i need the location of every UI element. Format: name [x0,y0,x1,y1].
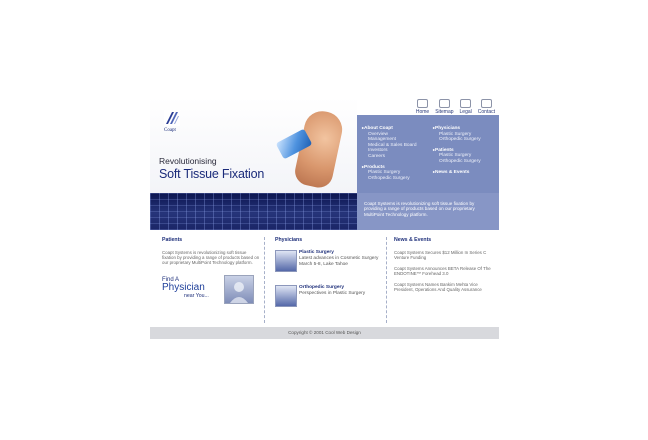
physicians-title[interactable]: Physicians [275,237,385,243]
nav-home[interactable]: Home [416,99,429,115]
menu-about-careers[interactable]: Careers [362,154,417,160]
menu-patients: Patients Plastic Surgery Orthopedic Surg… [433,147,481,165]
menu-products: Products Plastic Surgery Orthopedic Surg… [362,164,417,182]
patients-text: Coapt Systems is revolutionizing soft ti… [162,250,260,266]
nav-contact[interactable]: Contact [478,99,495,115]
copyright-text: Copyright © 2001 Cool Web Design [288,330,361,335]
physician-item-desc: Latest advances in Cosmetic Surgery Marc… [299,256,379,267]
tagline-small: Revolutionising [159,156,217,166]
patients-column: Patients Coapt Systems is revolutionizin… [162,237,272,323]
contact-icon [480,99,492,108]
menu-news: News & Events [433,169,481,176]
physician-photo-icon [230,282,248,303]
tagline-large: Soft Tissue Fixation [159,167,265,181]
menu-products-orthopedic[interactable]: Orthopedic Surgery [362,176,417,182]
footer: Copyright © 2001 Cool Web Design [150,327,499,339]
plastic-surgery-thumbnail[interactable] [275,250,297,272]
logo-text: Coapt [164,128,176,133]
grid-floor-image [150,193,357,230]
menu-physicians-orthopedic[interactable]: Orthopedic Surgery [433,137,481,143]
hero-banner: Coapt Revolutionising Soft Tissue Fixati… [150,97,499,230]
sitemap-icon [438,99,450,108]
menu-about-title[interactable]: About Coapt [362,125,417,132]
menu-panel: About Coapt Overview Management Medical … [357,115,499,193]
menu-column-left: About Coapt Overview Management Medical … [362,125,417,185]
site-container: Coapt Revolutionising Soft Tissue Fixati… [150,97,499,344]
physician-item-desc: Perspectives in Plastic Surgery [299,291,366,296]
menu-patients-orthopedic[interactable]: Orthopedic Surgery [433,159,481,165]
menu-about: About Coapt Overview Management Medical … [362,125,417,160]
top-nav: Home Sitemap Legal Contact [416,99,495,115]
nav-sitemap[interactable]: Sitemap [435,99,454,115]
legal-icon [460,99,472,108]
physician-item[interactable]: Orthopedic Surgery Perspectives in Plast… [275,285,385,309]
menu-news-title[interactable]: News & Events [433,169,481,176]
physicians-column: Physicians Plastic Surgery Latest advanc… [275,237,385,323]
patients-title[interactable]: Patients [162,237,272,243]
menu-physicians-title[interactable]: Physicians [433,125,481,132]
column-divider [386,237,387,323]
home-icon [417,99,429,108]
news-column: News & Events Coapt Systems Secures $12 … [394,237,498,323]
news-title[interactable]: News & Events [394,237,498,243]
physician-item-title[interactable]: Orthopedic Surgery [299,285,344,290]
nav-legal[interactable]: Legal [460,99,472,115]
menu-physicians: Physicians Plastic Surgery Orthopedic Su… [433,125,481,143]
content-area: Patients Coapt Systems is revolutionizin… [150,237,499,327]
news-item[interactable]: Coapt Systems Secures $12 Million In Ser… [394,250,498,261]
intro-text: Coapt Systems is revolutionizing soft ti… [364,201,475,217]
news-item[interactable]: Coapt Systems Announces BETA Release Of … [394,266,498,277]
intro-panel: Coapt Systems is revolutionizing soft ti… [357,193,499,230]
menu-column-right: Physicians Plastic Surgery Orthopedic Su… [433,125,481,179]
physician-item[interactable]: Plastic Surgery Latest advances in Cosme… [275,250,385,274]
physician-photo[interactable] [224,275,254,304]
news-item[interactable]: Coapt Systems Names Bankim Mehta Vice Pr… [394,282,498,293]
coapt-logo-icon[interactable] [164,110,180,126]
physician-item-title[interactable]: Plastic Surgery [299,250,334,255]
orthopedic-surgery-thumbnail[interactable] [275,285,297,307]
